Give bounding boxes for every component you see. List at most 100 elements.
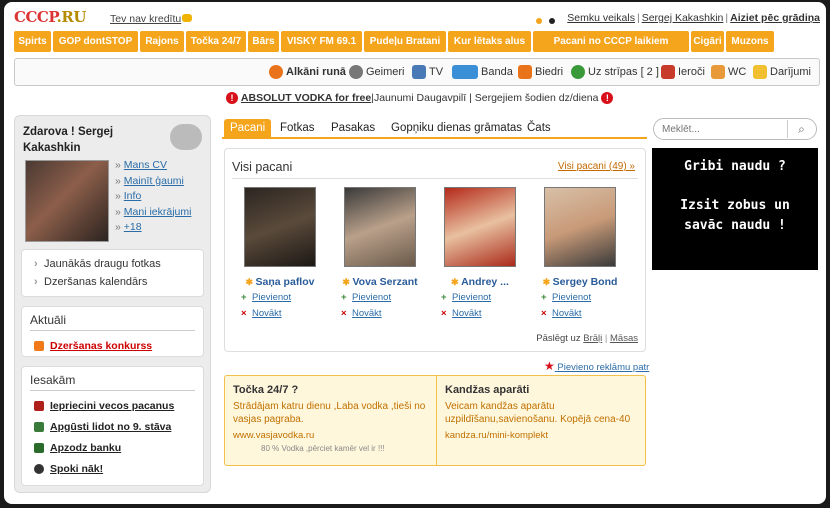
alert-icon: !	[226, 92, 238, 105]
person-photo[interactable]	[544, 187, 616, 267]
friends-icon	[518, 65, 532, 79]
banner-line3: savāc naudu !	[684, 218, 786, 233]
all-people-link[interactable]: Visi pacani (49) »	[558, 161, 635, 172]
drinking-contest-link[interactable]: Dzeršanas konkurss	[50, 340, 152, 352]
logout-link[interactable]: Aiziet pēc grādiņa	[730, 12, 820, 24]
site-logo[interactable]: CCCP.RU	[14, 8, 86, 26]
nav-item-spirts[interactable]: Spirts	[14, 31, 51, 52]
menu-item-online[interactable]: Uz strīpas [ 2 ]	[571, 65, 659, 79]
menu-item-friends[interactable]: Biedri	[518, 65, 563, 79]
username-link[interactable]: Sergej Kakashkin	[642, 12, 724, 24]
smiley-icon	[170, 124, 202, 150]
recommend-link-4[interactable]: Spoki nāk!	[50, 463, 103, 475]
shop-link[interactable]: Semku veikals	[567, 12, 635, 24]
left-sidebar: Zdarova ! Sergej Kakashkin Mans CV Mainī…	[14, 115, 211, 493]
person-icon	[34, 421, 44, 432]
latest-photos-link[interactable]: Jaunākās draugu fotkas	[22, 255, 203, 273]
person-name[interactable]: Andrey ...	[435, 276, 525, 288]
profile-links: Mans CV Mainīt ģaumi Info Mani iekrājumi…	[115, 158, 192, 236]
tv-icon	[412, 65, 426, 79]
menu-item-banda[interactable]: Banda	[452, 65, 513, 79]
weapon-icon	[661, 65, 675, 79]
greeting: Zdarova ! Sergej Kakashkin	[23, 126, 114, 154]
person-name[interactable]: Saņa paflov	[235, 276, 325, 288]
tab-fotkas[interactable]: Fotkas	[280, 119, 315, 137]
add-ad-link[interactable]: ★ Pievieno reklāmu patr	[544, 359, 649, 373]
nav-item-visky[interactable]: VISKY FM 69.1	[281, 31, 362, 52]
profile-link-18[interactable]: +18	[124, 221, 142, 233]
drinking-calendar-link[interactable]: Dzeršanas kalendārs	[22, 273, 203, 291]
remove-friend-link[interactable]: × Novākt	[335, 308, 425, 320]
black-dot-icon	[549, 18, 555, 24]
banner-line2: Izsit zobus un	[680, 198, 790, 213]
announcement-link[interactable]: ABSOLUT VODKA for free	[241, 92, 371, 104]
recommend-link-2[interactable]: Apgūsti lidot no 9. stāva	[50, 421, 171, 433]
ad-url[interactable]: kandza.ru/mini-komplekt	[445, 430, 639, 441]
avatar[interactable]	[25, 160, 109, 242]
search-button[interactable]: ⌕	[787, 120, 815, 138]
recommend-link-1[interactable]: Iepriecini vecos pacanus	[50, 400, 174, 412]
tab-diaries[interactable]: Gopņiku dienas grāmatas	[391, 119, 522, 137]
menu-item-weapons[interactable]: Ieroči	[661, 65, 705, 79]
tab-pacani[interactable]: Pacani	[224, 119, 272, 137]
ad-text: Veicam kandžas aparātu uzpildīšanu,savie…	[445, 401, 631, 425]
ad-tocka[interactable]: Točka 24/7 ? Strādājam katru dienu ,Laba…	[225, 376, 435, 465]
announcement: ! ABSOLUT VODKA for free|Jaunumi Daugavp…	[226, 92, 614, 108]
banner-ad[interactable]: Gribi naudu ? Izsit zobus un savāc naudu…	[652, 148, 818, 270]
person-card: Saņa paflov +Pievienot ×Novākt	[235, 187, 325, 320]
money-bag-icon	[34, 442, 44, 453]
nav-item-pudelu[interactable]: Pudeļu Bratani	[364, 31, 446, 52]
menu-bar: Alkāni runā Geimeri TV Banda Biedri Uz s…	[14, 58, 820, 86]
gamepad-icon	[349, 65, 363, 79]
remove-friend-link[interactable]: × Novākt	[235, 308, 325, 320]
add-friend-link[interactable]: + Pievienot	[335, 292, 425, 304]
tab-chat[interactable]: Čats	[527, 119, 551, 137]
menu-item-gamers[interactable]: Geimeri	[349, 65, 405, 79]
add-friend-link[interactable]: + Pievienot	[435, 292, 525, 304]
add-friend-link[interactable]: + Pievienot	[235, 292, 325, 304]
profile-link-cv[interactable]: Mans CV	[124, 159, 167, 171]
person-photo[interactable]	[244, 187, 316, 267]
nav-item-alus[interactable]: Kur lētaks alus	[448, 31, 531, 52]
add-icon: +	[541, 292, 547, 303]
profile-link-info[interactable]: Info	[124, 190, 142, 202]
banner-line1: Gribi naudu ?	[684, 159, 786, 174]
nav-item-muzons[interactable]: Muzons	[726, 31, 774, 52]
switch-brothers-link[interactable]: Brāļi	[583, 333, 602, 344]
search-box: ⌕	[653, 118, 817, 140]
nav-item-bars[interactable]: Bārs	[248, 31, 279, 52]
ad-kandza[interactable]: Kandžas aparāti Veicam kandžas aparātu u…	[437, 376, 647, 465]
add-friend-link[interactable]: + Pievienot	[535, 292, 625, 304]
nav-item-cigari[interactable]: Cigāri	[691, 31, 724, 52]
remove-friend-link[interactable]: × Novākt	[535, 308, 625, 320]
profile-link-look[interactable]: Mainīt ģaumi	[124, 175, 184, 187]
switch-sisters-link[interactable]: Māsas	[610, 333, 638, 344]
tab-pasakas[interactable]: Pasakas	[331, 119, 375, 137]
ad-url[interactable]: www.vasjavodka.ru	[233, 430, 427, 441]
search-input[interactable]	[662, 122, 782, 137]
actual-heading: Aktuāli	[30, 313, 195, 331]
zapy-icon	[452, 65, 478, 79]
nav-item-gop[interactable]: GOP dontSTOP	[53, 31, 138, 52]
announcement-text[interactable]: |Jaunumi Daugavpilī | Sergejiem šodien d…	[371, 92, 598, 104]
nav-item-rajons[interactable]: Rajons	[140, 31, 184, 52]
add-icon: +	[341, 292, 347, 303]
globe-icon	[571, 65, 585, 79]
profile-link-savings[interactable]: Mani iekrājumi	[124, 206, 192, 218]
menu-item-tv[interactable]: TV	[412, 65, 443, 79]
menu-item-deals[interactable]: Darījumi	[753, 65, 811, 79]
menu-item-chat[interactable]: Alkāni runā	[269, 65, 346, 79]
person-name[interactable]: Vova Serzant	[335, 276, 425, 288]
content-tabs: Pacani Fotkas Pasakas Gopņiku dienas grā…	[222, 117, 647, 139]
wc-icon	[711, 65, 725, 79]
nav-item-pacani[interactable]: Pacani no CCCP laikiem	[533, 31, 689, 52]
recommend-link-3[interactable]: Apzodz banku	[50, 442, 121, 454]
credit-link[interactable]: Tev nav kredītu	[110, 13, 181, 25]
person-photo[interactable]	[444, 187, 516, 267]
person-photo[interactable]	[344, 187, 416, 267]
person-card: Andrey ... +Pievienot ×Novākt	[435, 187, 525, 320]
menu-item-wc[interactable]: WC	[711, 65, 746, 79]
person-name[interactable]: Sergey Bond	[535, 276, 625, 288]
remove-friend-link[interactable]: × Novākt	[435, 308, 525, 320]
nav-item-tocka[interactable]: Točka 24/7	[186, 31, 246, 52]
